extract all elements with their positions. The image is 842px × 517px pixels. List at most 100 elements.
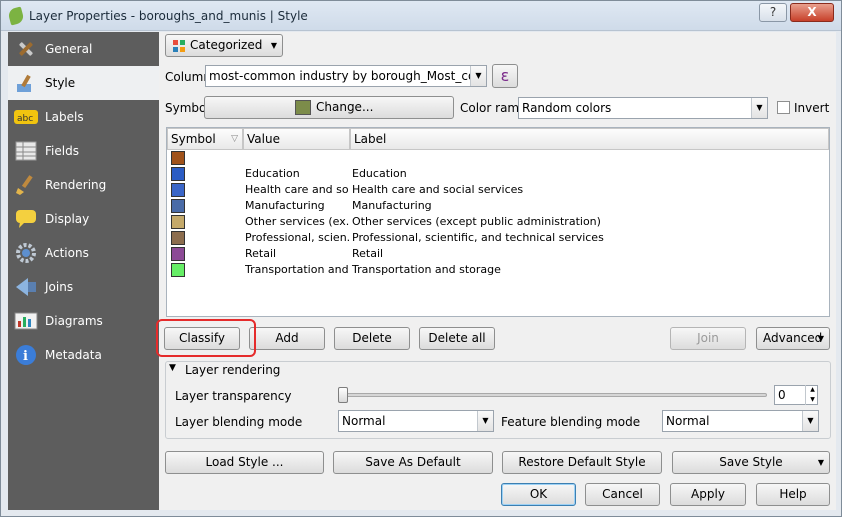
- sidebar-item-diagrams[interactable]: Diagrams: [8, 304, 159, 338]
- table-row[interactable]: Health care and so... Health care and so…: [167, 182, 827, 198]
- header-label: Label: [354, 132, 387, 146]
- restore-default-style-button[interactable]: Restore Default Style: [502, 451, 662, 474]
- category-swatch[interactable]: [171, 215, 185, 229]
- qgis-logo-icon: [7, 6, 25, 26]
- info-icon: i: [14, 343, 38, 367]
- tools-icon: [14, 37, 38, 61]
- sidebar-item-metadata[interactable]: i Metadata: [8, 338, 159, 372]
- save-style-button[interactable]: Save Style ▼: [672, 451, 830, 474]
- category-value: Education: [245, 167, 300, 180]
- sidebar-item-labels[interactable]: abc Labels: [8, 100, 159, 134]
- category-swatch[interactable]: [171, 151, 185, 165]
- close-button[interactable]: X: [790, 3, 834, 22]
- category-label: Manufacturing: [352, 199, 432, 212]
- help-button[interactable]: ?: [759, 3, 787, 22]
- advanced-button[interactable]: Advanced ▼: [756, 327, 830, 350]
- category-value: Health care and so...: [245, 183, 349, 196]
- category-label: Transportation and storage: [352, 263, 501, 276]
- delete-all-button[interactable]: Delete all: [419, 327, 495, 350]
- renderer-type-select[interactable]: Categorized ▼: [165, 34, 283, 57]
- table-row[interactable]: Manufacturing Manufacturing: [167, 198, 827, 214]
- cancel-button[interactable]: Cancel: [585, 483, 660, 506]
- paintbrush-icon: [14, 71, 38, 95]
- svg-text:abc: abc: [17, 114, 33, 124]
- add-button[interactable]: Add: [249, 327, 325, 350]
- feature-blending-value: Normal: [666, 414, 710, 428]
- chevron-down-icon: ▼: [802, 411, 818, 431]
- color-ramp-label: Color ramp: [460, 101, 527, 115]
- sidebar-item-rendering[interactable]: Rendering: [8, 168, 159, 202]
- gear-icon: [14, 241, 38, 265]
- table-row[interactable]: Education Education: [167, 166, 827, 182]
- sidebar-item-label: General: [45, 42, 93, 56]
- help-dialog-button[interactable]: Help: [756, 483, 830, 506]
- color-ramp-value: Random colors: [522, 101, 612, 115]
- category-label: Education: [352, 167, 407, 180]
- save-as-default-button[interactable]: Save As Default: [333, 451, 493, 474]
- sidebar-item-general[interactable]: General: [8, 32, 159, 66]
- diagram-icon: [14, 309, 38, 333]
- table-row[interactable]: Professional, scien... Professional, sci…: [167, 230, 827, 246]
- layer-blending-select[interactable]: Normal ▼: [338, 410, 494, 432]
- delete-button[interactable]: Delete: [334, 327, 410, 350]
- sidebar-item-label: Display: [45, 212, 90, 226]
- join-arrow-icon: [14, 275, 38, 299]
- table-row[interactable]: Other services (ex... Other services (ex…: [167, 214, 827, 230]
- category-value: Manufacturing: [245, 199, 325, 212]
- renderer-type-value: Categorized: [190, 38, 263, 52]
- layer-blending-label: Layer blending mode: [175, 415, 303, 429]
- transparency-slider-handle[interactable]: [338, 387, 348, 403]
- change-symbol-button[interactable]: Change...: [204, 96, 454, 119]
- spin-arrows-icon[interactable]: ▲ ▼: [805, 385, 819, 405]
- table-row[interactable]: Transportation and... Transportation and…: [167, 262, 827, 278]
- sidebar-item-joins[interactable]: Joins: [8, 270, 159, 304]
- column-select[interactable]: most-common industry by borough_Most_com…: [205, 65, 487, 87]
- window-title: Layer Properties - boroughs_and_munis | …: [29, 9, 308, 23]
- column-header-label[interactable]: Label: [350, 128, 829, 150]
- chevron-down-icon: ▼: [270, 41, 277, 50]
- layer-rendering-title[interactable]: Layer rendering: [185, 363, 280, 377]
- color-ramp-select[interactable]: Random colors ▼: [518, 97, 768, 119]
- ok-button[interactable]: OK: [501, 483, 576, 506]
- header-label: Symbol: [171, 132, 216, 146]
- category-swatch[interactable]: [171, 263, 185, 277]
- invert-checkbox[interactable]: [777, 101, 790, 114]
- svg-text:i: i: [23, 349, 28, 364]
- expression-button[interactable]: ε: [492, 64, 518, 88]
- category-swatch[interactable]: [171, 199, 185, 213]
- load-style-button[interactable]: Load Style ...: [165, 451, 324, 474]
- column-value: most-common industry by borough_Most_com…: [209, 69, 487, 83]
- category-swatch[interactable]: [171, 183, 185, 197]
- chevron-down-icon: ▼: [817, 334, 824, 343]
- column-header-symbol[interactable]: Symbol ▽: [167, 128, 243, 150]
- sidebar-item-display[interactable]: Display: [8, 202, 159, 236]
- category-label: Professional, scientific, and technical …: [352, 231, 604, 244]
- category-swatch[interactable]: [171, 167, 185, 181]
- sidebar-item-actions[interactable]: Actions: [8, 236, 159, 270]
- collapse-triangle-icon[interactable]: ▼: [169, 363, 176, 373]
- sidebar-item-label: Actions: [45, 246, 89, 260]
- column-header-value[interactable]: Value: [243, 128, 350, 150]
- header-label: Value: [247, 132, 280, 146]
- classify-highlight-annotation: [156, 319, 256, 357]
- chevron-down-icon: ▼: [470, 66, 486, 86]
- table-row[interactable]: Retail Retail: [167, 246, 827, 262]
- category-value: Other services (ex...: [245, 215, 349, 228]
- layer-blending-value: Normal: [342, 414, 386, 428]
- sidebar-item-fields[interactable]: Fields: [8, 134, 159, 168]
- category-label: Other services (except public administra…: [352, 215, 601, 228]
- sidebar: General Style abc Labels Fields Renderin…: [8, 32, 159, 510]
- feature-blending-select[interactable]: Normal ▼: [662, 410, 819, 432]
- transparency-slider-track[interactable]: [341, 393, 767, 397]
- category-swatch[interactable]: [171, 231, 185, 245]
- sidebar-item-style[interactable]: Style: [8, 66, 159, 100]
- advanced-label: Advanced: [763, 331, 823, 345]
- layer-transparency-label: Layer transparency: [175, 389, 292, 403]
- join-button[interactable]: Join: [670, 327, 746, 350]
- symbol-label: Symbol: [165, 101, 210, 115]
- chevron-down-icon: ▼: [477, 411, 493, 431]
- apply-button[interactable]: Apply: [670, 483, 746, 506]
- table-row[interactable]: [167, 150, 827, 166]
- category-swatch[interactable]: [171, 247, 185, 261]
- sidebar-item-label: Fields: [45, 144, 79, 158]
